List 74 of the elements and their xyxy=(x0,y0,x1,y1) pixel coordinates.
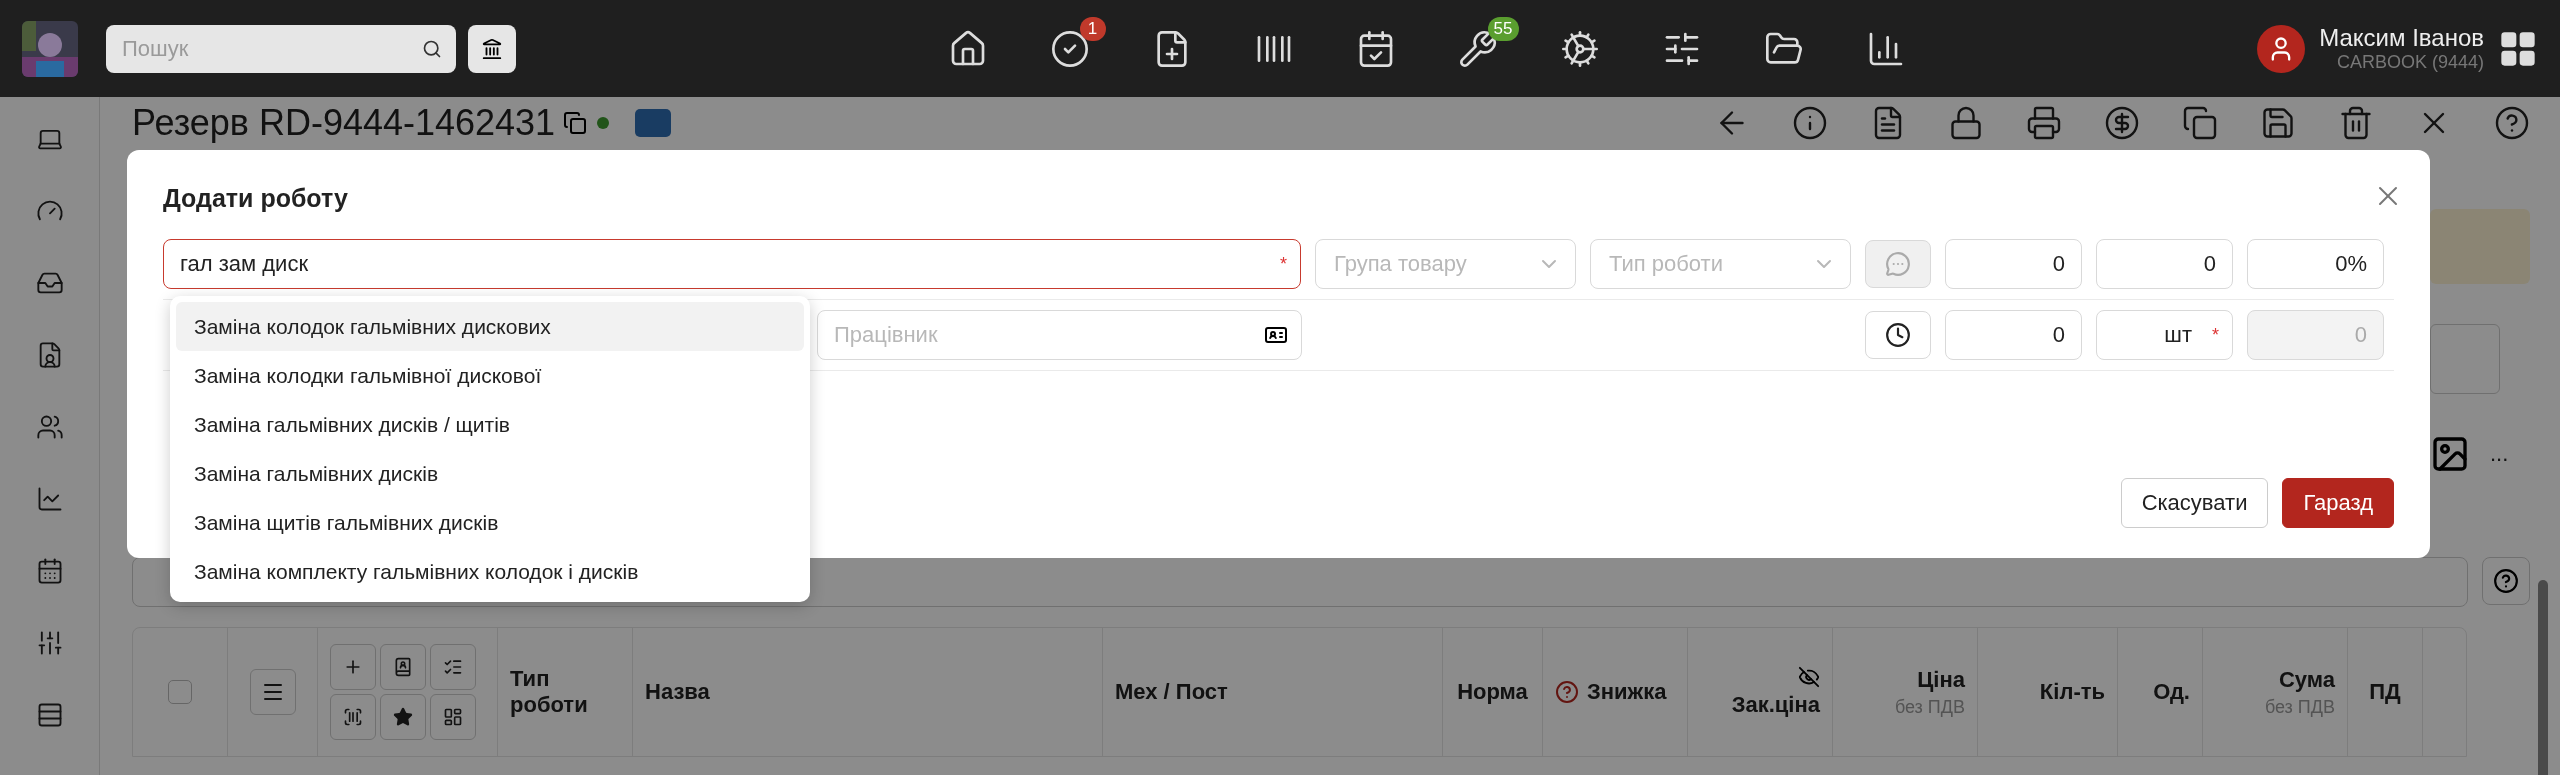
grid-plus-button[interactable] xyxy=(430,694,476,740)
info-icon[interactable] xyxy=(1792,105,1828,141)
help-icon xyxy=(1555,680,1579,704)
required-mark: * xyxy=(1280,253,1287,275)
plus-button[interactable] xyxy=(330,644,376,690)
column-header: Знижка xyxy=(1587,679,1667,705)
barcode-icon xyxy=(343,707,363,727)
clock-icon xyxy=(1885,322,1911,348)
column-header: Зак.ціна xyxy=(1731,692,1820,718)
worker-button[interactable] xyxy=(380,644,426,690)
count-badge: 1 xyxy=(1079,16,1106,41)
help-button[interactable] xyxy=(2482,557,2530,605)
number-field[interactable]: 0 xyxy=(1945,239,2082,289)
more-text: ... xyxy=(2490,441,2509,467)
column-subtitle: без ПДВ xyxy=(1894,696,1965,718)
count-badge: 55 xyxy=(1487,16,1519,41)
number-field[interactable]: 0 xyxy=(2096,239,2233,289)
worker-icon xyxy=(393,657,413,677)
suggestion-item[interactable]: Заміна комплекту гальмівних колодок і дисків xyxy=(176,547,804,596)
lock-icon[interactable] xyxy=(1948,105,1984,141)
column-header: Ціна xyxy=(1917,666,1965,693)
column-subtitle: без ПДВ xyxy=(2264,696,2335,718)
select-all-checkbox[interactable] xyxy=(168,680,192,704)
time-button[interactable] xyxy=(1865,311,1931,359)
search-icon xyxy=(422,38,442,59)
user-name: Максим Іванов xyxy=(2319,24,2484,52)
column-header: Тип роботи xyxy=(510,666,589,718)
number-field[interactable]: 0% xyxy=(2247,239,2384,289)
suggestion-item[interactable]: Заміна щитів гальмівних дисків xyxy=(176,498,804,547)
hours-field[interactable]: 0 xyxy=(1945,310,2082,360)
bank-button[interactable] xyxy=(468,24,516,73)
column-header: Назва xyxy=(645,679,710,705)
ok-button[interactable]: Гаразд xyxy=(2282,478,2394,528)
image-icon xyxy=(2430,434,2470,474)
list-button[interactable] xyxy=(430,644,476,690)
dialog-title: Додати роботу xyxy=(163,184,348,213)
copy-icon[interactable] xyxy=(2182,105,2218,141)
trash-icon[interactable] xyxy=(2338,105,2374,141)
users-icon[interactable] xyxy=(35,413,64,441)
worker-field[interactable]: Працівник xyxy=(817,310,1302,360)
column-header: Норма xyxy=(1457,679,1528,705)
required-mark: * xyxy=(2212,324,2219,346)
total-field: 0 xyxy=(2247,310,2384,360)
dollar-icon[interactable] xyxy=(2104,105,2140,141)
suggestion-item[interactable]: Заміна гальмівних дисків / щитів xyxy=(176,400,804,449)
cancel-button[interactable]: Скасувати xyxy=(2120,478,2269,528)
eye-off-icon xyxy=(1798,666,1820,688)
chat-icon xyxy=(1885,251,1911,277)
barcode-button[interactable] xyxy=(330,694,376,740)
grid-plus-icon xyxy=(443,707,463,727)
star-button[interactable] xyxy=(380,694,426,740)
page-title: Резерв RD-9444-1462431 xyxy=(132,102,556,144)
suggestion-item[interactable]: Заміна колодок гальмівних дискових xyxy=(176,302,804,351)
column-header: Мех / Пост xyxy=(1115,679,1228,705)
company-name: CARBOOK (9444) xyxy=(2336,52,2484,73)
star-icon xyxy=(393,707,413,727)
menu-button[interactable] xyxy=(249,669,296,715)
column-header: ПД xyxy=(2369,679,2401,705)
column-header: Кіл-ть xyxy=(2039,679,2105,705)
suggestion-item[interactable]: Заміна гальмівних дисків xyxy=(176,449,804,498)
save-icon[interactable] xyxy=(2260,105,2296,141)
copy-icon[interactable] xyxy=(563,111,588,135)
column-header: Сума xyxy=(2278,666,2335,693)
help-icon xyxy=(2493,568,2519,594)
bank-icon xyxy=(481,37,503,60)
list-icon xyxy=(443,657,463,677)
search-field[interactable]: Пошук xyxy=(106,24,456,73)
suggestion-item[interactable]: Заміна колодки гальмівної дискової xyxy=(176,351,804,400)
check-circle-icon[interactable] xyxy=(1049,28,1090,69)
status-dot xyxy=(597,117,610,129)
gear-icon[interactable] xyxy=(1559,28,1600,69)
help-icon[interactable] xyxy=(2494,105,2530,141)
printer-icon[interactable] xyxy=(2026,105,2062,141)
column-header: Од. xyxy=(2153,679,2190,705)
